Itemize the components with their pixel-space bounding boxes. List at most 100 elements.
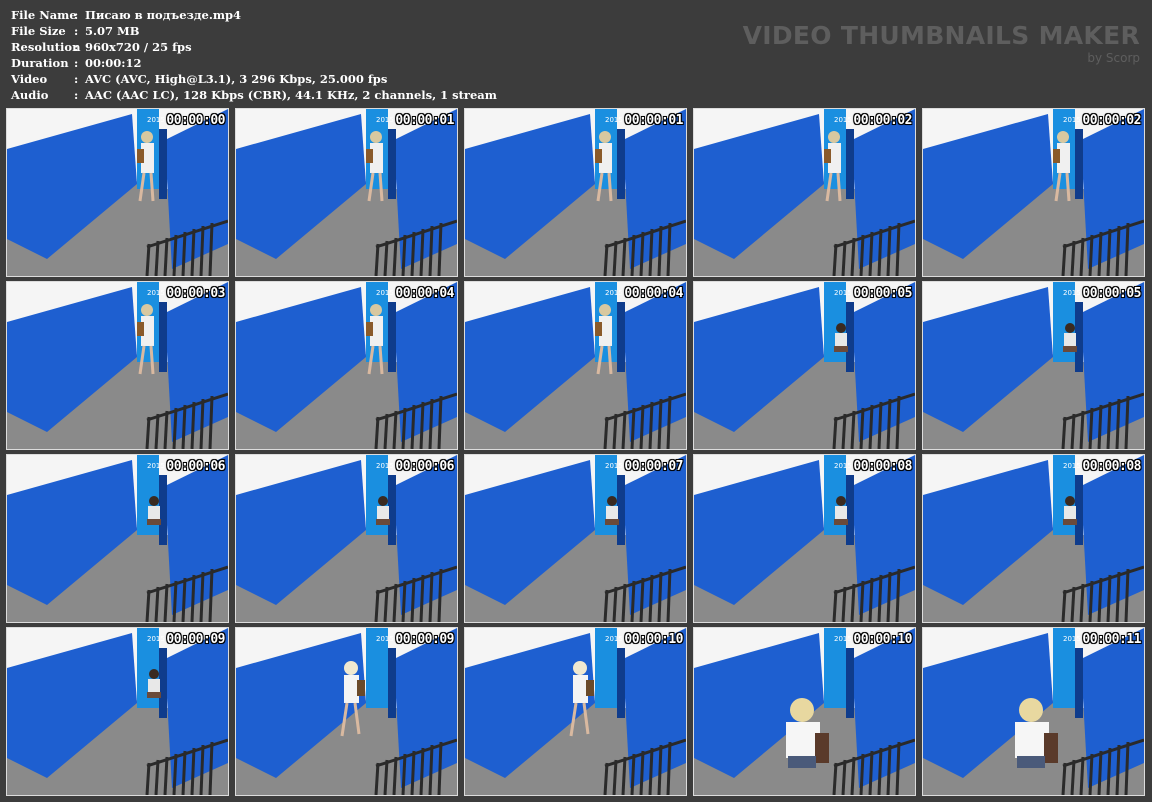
info-label: File Name <box>11 8 77 22</box>
rail-bar <box>374 762 380 795</box>
rail-bar <box>1106 401 1112 449</box>
rail-bar <box>877 747 883 795</box>
frame-date-stamp: 2015 <box>376 462 394 470</box>
video-thumbnail[interactable]: 2015 00:00:04 <box>464 281 687 450</box>
video-thumbnail[interactable]: 2015 00:00:00 <box>6 108 229 277</box>
wall-strip <box>1075 648 1083 718</box>
thumbnail-timestamp: 00:00:05 <box>1082 286 1141 301</box>
rail-bar <box>1115 398 1121 449</box>
rail-bar <box>419 401 425 449</box>
video-thumbnail[interactable]: 2015 00:00:03 <box>6 281 229 450</box>
person-figure <box>1063 323 1077 352</box>
rail-bar <box>612 759 618 795</box>
rail-bar <box>428 225 434 276</box>
rail-bar <box>1088 753 1094 795</box>
rail-bar <box>859 234 865 276</box>
rail-bar <box>1106 228 1112 276</box>
rail-bar <box>1070 240 1076 276</box>
frame-date-stamp: 2015 <box>376 635 394 643</box>
rail-bar <box>172 580 178 622</box>
frame-image <box>236 109 457 276</box>
rail-bar <box>630 580 636 622</box>
rail-bar <box>621 410 627 449</box>
rail-bar <box>832 243 838 276</box>
rail-bar <box>868 404 874 449</box>
wall-strip <box>159 302 167 372</box>
rail-bar <box>877 228 883 276</box>
frame-date-stamp: 2015 <box>605 635 623 643</box>
rail-bar <box>154 586 160 622</box>
thumbnail-timestamp: 00:00:01 <box>395 113 454 128</box>
rail-bar <box>410 750 416 795</box>
rail-bar <box>437 222 443 276</box>
video-thumbnail[interactable]: 2015 00:00:09 <box>235 627 458 796</box>
brand-title: VIDEO THUMBNAILS MAKER <box>742 21 1140 50</box>
frame-image <box>923 628 1144 795</box>
video-thumbnail[interactable]: 2015 00:00:02 <box>922 108 1145 277</box>
video-thumbnail[interactable]: 2015 00:00:10 <box>693 627 916 796</box>
rail-bar <box>428 398 434 449</box>
video-thumbnail[interactable]: 2015 00:00:07 <box>464 454 687 623</box>
video-thumbnail[interactable]: 2015 00:00:04 <box>235 281 458 450</box>
rail-bar <box>639 404 645 449</box>
video-thumbnail[interactable]: 2015 00:00:10 <box>464 627 687 796</box>
video-thumbnail[interactable]: 2015 00:00:08 <box>693 454 916 623</box>
rail-bar <box>181 404 187 449</box>
wall-strip <box>388 129 396 199</box>
video-thumbnail[interactable]: 2015 00:00:02 <box>693 108 916 277</box>
info-separator: : <box>74 40 79 54</box>
rail-bar <box>657 225 663 276</box>
wall-strip <box>1075 475 1083 545</box>
video-thumbnail[interactable]: 2015 00:00:05 <box>922 281 1145 450</box>
rail-bar <box>419 228 425 276</box>
rail-bar <box>1088 234 1094 276</box>
video-thumbnail[interactable]: 2015 00:00:08 <box>922 454 1145 623</box>
info-row: Resolution : 960x720 / 25 fps <box>11 39 497 55</box>
rail-bar <box>419 574 425 622</box>
rail-bar <box>428 571 434 622</box>
rail-bar <box>419 747 425 795</box>
rail-bar <box>841 586 847 622</box>
rail-bar <box>410 404 416 449</box>
wall-strip <box>846 648 854 718</box>
rail-bar <box>1106 747 1112 795</box>
thumbnail-timestamp: 00:00:10 <box>624 632 683 647</box>
rail-bar <box>1079 583 1085 622</box>
video-thumbnail[interactable]: 2015 00:00:11 <box>922 627 1145 796</box>
frame-date-stamp: 2015 <box>1063 462 1081 470</box>
video-thumbnail[interactable]: 2015 00:00:09 <box>6 627 229 796</box>
rail-bar <box>621 583 627 622</box>
rail-bar <box>145 589 151 622</box>
rail-bar <box>630 234 636 276</box>
frame-image <box>465 282 686 449</box>
rail-bar <box>181 750 187 795</box>
thumbnail-timestamp: 00:00:07 <box>624 459 683 474</box>
rail-bar <box>666 568 672 622</box>
person-figure <box>376 496 390 525</box>
thumbnail-timestamp: 00:00:04 <box>395 286 454 301</box>
wall-strip <box>617 129 625 199</box>
person-figure <box>147 496 161 525</box>
rail-bar <box>648 401 654 449</box>
thumbnail-timestamp: 00:00:04 <box>624 286 683 301</box>
info-value: AVC (AVC, High@L3.1), 3 296 Kbps, 25.000… <box>85 72 388 86</box>
rail-bar <box>657 744 663 795</box>
info-label: File Size <box>11 24 66 38</box>
rail-bar <box>639 577 645 622</box>
thumbnail-timestamp: 00:00:01 <box>624 113 683 128</box>
rail-bar <box>666 741 672 795</box>
video-thumbnail[interactable]: 2015 00:00:01 <box>464 108 687 277</box>
rail-bar <box>895 568 901 622</box>
frame-date-stamp: 2015 <box>605 462 623 470</box>
thumbnail-timestamp: 00:00:11 <box>1082 632 1141 647</box>
rail-bar <box>1079 410 1085 449</box>
video-thumbnail[interactable]: 2015 00:00:06 <box>6 454 229 623</box>
rail-bar <box>612 586 618 622</box>
rail-bar <box>639 750 645 795</box>
frame-image <box>465 455 686 622</box>
video-thumbnail[interactable]: 2015 00:00:06 <box>235 454 458 623</box>
video-thumbnail[interactable]: 2015 00:00:01 <box>235 108 458 277</box>
rail-bar <box>145 762 151 795</box>
video-thumbnail[interactable]: 2015 00:00:05 <box>693 281 916 450</box>
info-value: 5.07 MB <box>85 24 140 38</box>
